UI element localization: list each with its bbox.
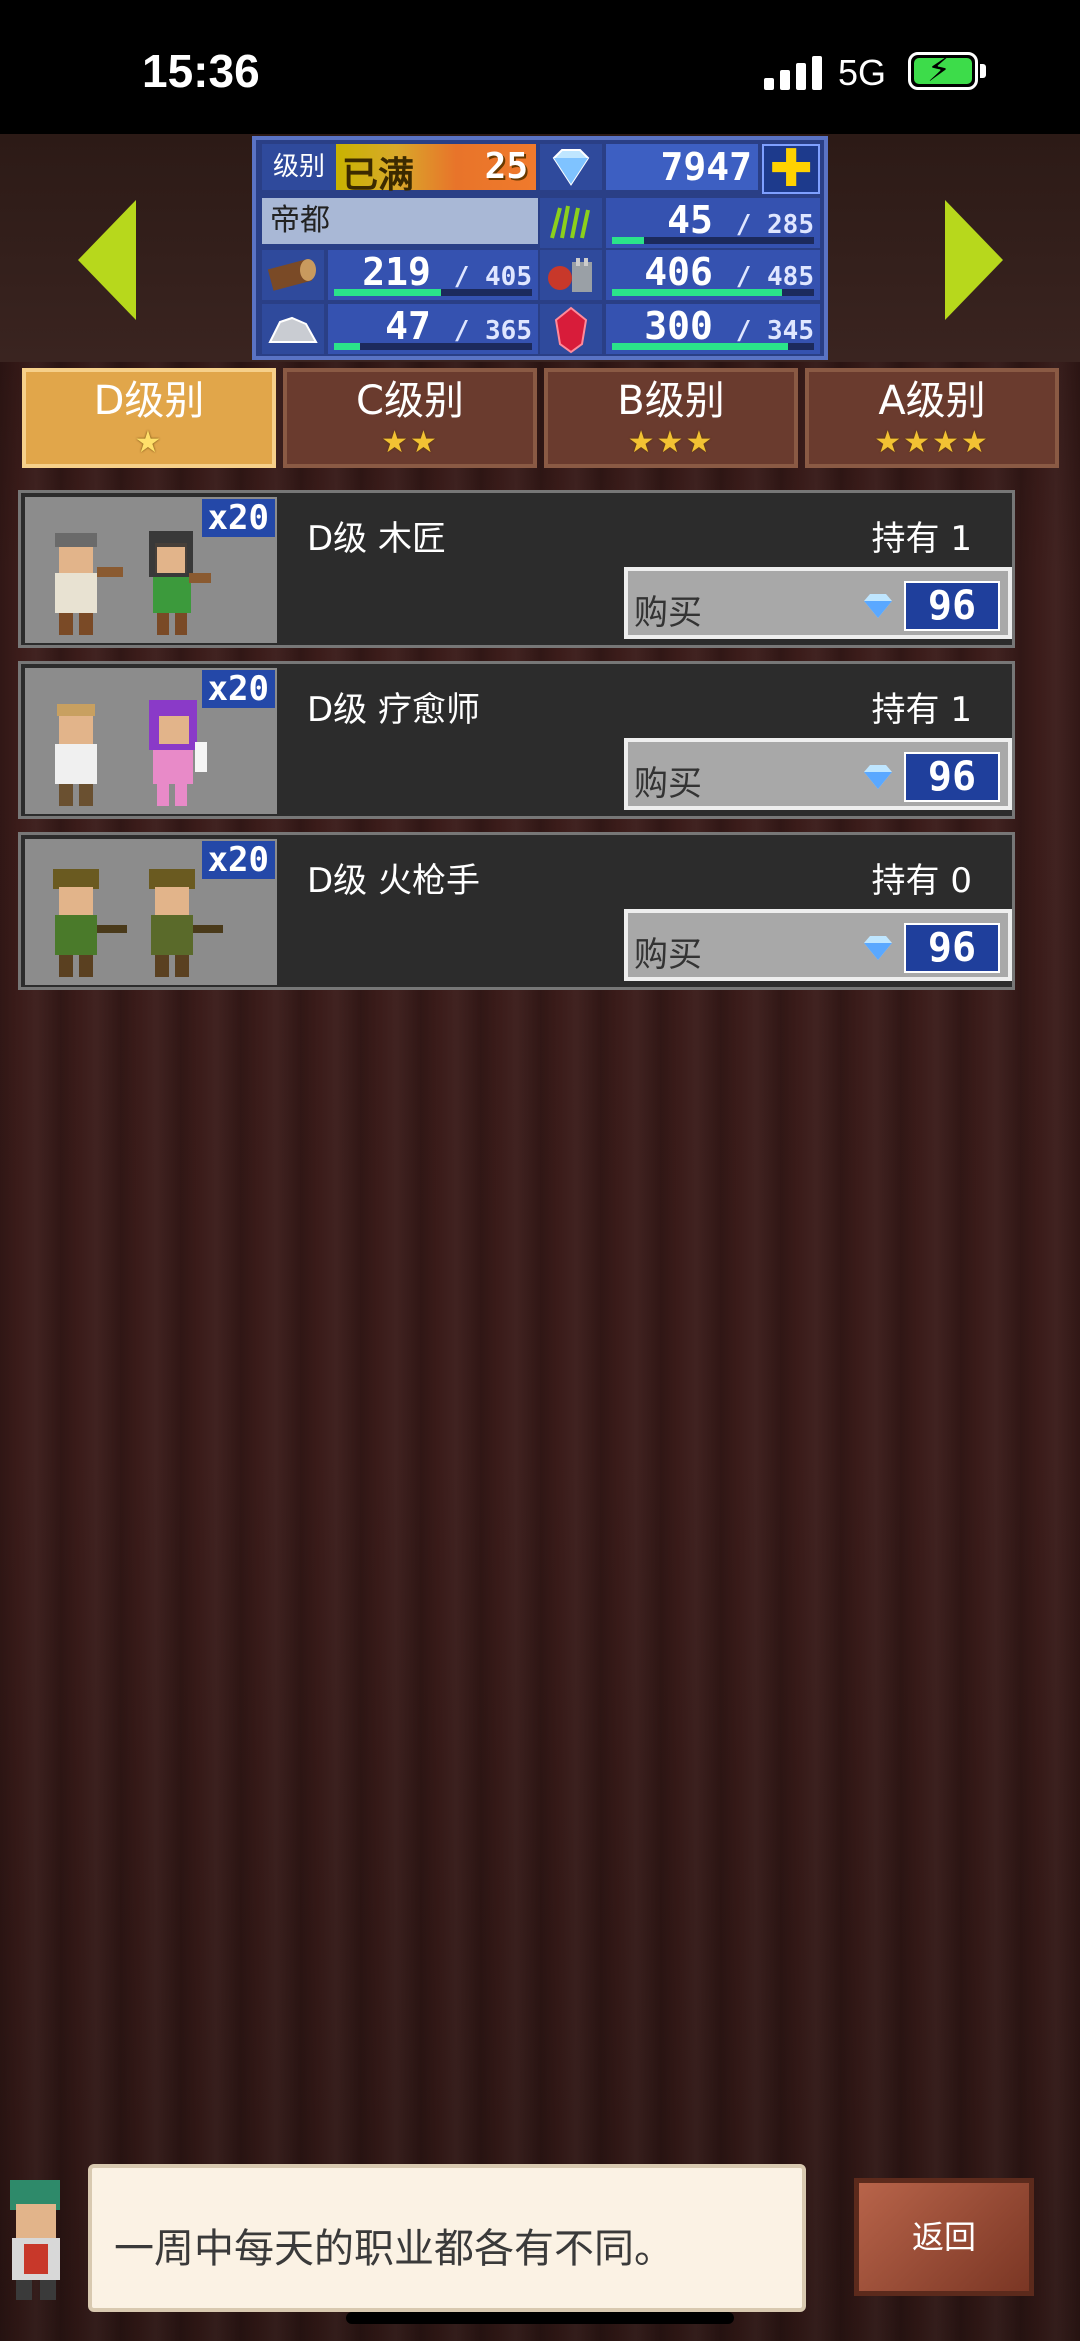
status-bar: 15:36 5G ⚡ xyxy=(0,0,1080,134)
battery-charging-icon: ⚡ xyxy=(908,51,978,90)
level-box: 已满 25 xyxy=(336,144,536,196)
ruby-bar-fill xyxy=(612,343,788,350)
food-meter: 406 / 485 xyxy=(606,250,820,300)
quantity-badge: x20 xyxy=(201,841,275,879)
wood-max: 405 xyxy=(485,262,532,292)
ruby-max: 345 xyxy=(767,316,814,346)
city-name: 帝都 xyxy=(262,198,538,244)
ore-icon xyxy=(262,304,324,354)
job-row-healer: x20 D级 疗愈师 持有 1 购买 96 xyxy=(18,661,1015,819)
ruby-icon xyxy=(540,304,602,354)
advisor-avatar xyxy=(0,2170,86,2302)
tab-label: D级别 xyxy=(93,378,205,424)
price-value: 96 xyxy=(904,581,1000,631)
wood-current: 219 xyxy=(362,250,431,294)
food-icon xyxy=(540,250,602,300)
ruby-current: 300 xyxy=(644,304,713,348)
diamond-icon xyxy=(864,594,892,618)
food-bar-fill xyxy=(612,289,782,296)
owned-count: 持有 1 xyxy=(871,690,972,730)
tab-c-rank[interactable]: C级别 ★★ xyxy=(283,368,537,468)
tab-b-rank[interactable]: B级别 ★★★ xyxy=(544,368,798,468)
job-row-musketeer: x20 D级 火枪手 持有 0 购买 96 xyxy=(18,832,1015,990)
grass-max: 285 xyxy=(767,210,814,240)
tab-label: B级别 xyxy=(617,378,725,424)
price-value: 96 xyxy=(904,752,1000,802)
carpenter-portrait: x20 xyxy=(25,497,277,643)
add-diamond-button[interactable]: ✚ xyxy=(762,139,820,199)
tab-label: A级别 xyxy=(878,378,986,424)
diamond-icon xyxy=(540,144,602,190)
quantity-badge: x20 xyxy=(201,670,275,708)
grass-current: 45 xyxy=(667,198,713,242)
food-current: 406 xyxy=(644,250,713,294)
diamond-icon xyxy=(864,936,892,960)
top-bar: 级别 已满 25 7947 ✚ 帝都 45 / 285 219 / 405 40… xyxy=(0,134,1080,362)
resource-panel: 级别 已满 25 7947 ✚ 帝都 45 / 285 219 / 405 40… xyxy=(252,136,828,360)
previous-arrow-icon[interactable] xyxy=(78,200,136,320)
diamond-icon xyxy=(864,765,892,789)
ore-meter: 47 / 365 xyxy=(328,304,538,354)
wood-meter: 219 / 405 xyxy=(328,250,538,300)
ore-bar-fill xyxy=(334,343,360,350)
level-label: 级别 xyxy=(262,144,336,190)
tab-d-rank[interactable]: D级别 ★ xyxy=(22,368,276,468)
food-max: 485 xyxy=(767,262,814,292)
plus-icon: ✚ xyxy=(769,139,813,199)
buy-label: 购买 xyxy=(634,593,702,633)
star-icon: ★★★★ xyxy=(874,425,990,460)
wood-icon xyxy=(262,250,324,300)
diamond-count: 7947 xyxy=(606,144,758,190)
next-arrow-icon[interactable] xyxy=(945,200,1003,320)
signal-icon xyxy=(764,56,822,90)
healer-portrait: x20 xyxy=(25,668,277,814)
tip-bubble: 一周中每天的职业都各有不同。 xyxy=(88,2164,806,2312)
tab-label: C级别 xyxy=(356,378,464,424)
owned-count: 持有 1 xyxy=(871,519,972,559)
level-status: 已满 xyxy=(342,155,415,196)
star-icon: ★★ xyxy=(381,425,439,460)
grass-icon xyxy=(540,198,602,248)
buy-label: 购买 xyxy=(634,935,702,975)
star-icon: ★ xyxy=(134,425,164,460)
ore-max: 365 xyxy=(485,316,532,346)
job-row-carpenter: x20 D级 木匠 持有 1 购买 96 xyxy=(18,490,1015,648)
star-icon: ★★★ xyxy=(627,425,715,460)
level-value: 25 xyxy=(484,146,528,187)
back-label: 返回 xyxy=(911,2218,976,2256)
buy-musketeer-button[interactable]: 购买 96 xyxy=(624,909,1012,981)
musketeer-portrait: x20 xyxy=(25,839,277,985)
status-time: 15:36 xyxy=(142,45,260,97)
grass-bar-fill xyxy=(612,237,645,244)
ruby-meter: 300 / 345 xyxy=(606,304,820,354)
owned-count: 持有 0 xyxy=(871,861,972,901)
buy-healer-button[interactable]: 购买 96 xyxy=(624,738,1012,810)
buy-label: 购买 xyxy=(634,764,702,804)
job-name: D级 火枪手 xyxy=(307,861,480,901)
tip-text: 一周中每天的职业都各有不同。 xyxy=(114,2226,674,2272)
game-area: 级别 已满 25 7947 ✚ 帝都 45 / 285 219 / 405 40… xyxy=(0,134,1080,2341)
back-button[interactable]: 返回 xyxy=(854,2178,1034,2296)
quantity-badge: x20 xyxy=(201,499,275,537)
network-label: 5G xyxy=(838,52,887,93)
grass-meter: 45 / 285 xyxy=(606,198,820,248)
ore-current: 47 xyxy=(385,304,431,348)
price-value: 96 xyxy=(904,923,1000,973)
buy-carpenter-button[interactable]: 购买 96 xyxy=(624,567,1012,639)
job-name: D级 木匠 xyxy=(307,519,446,559)
tab-a-rank[interactable]: A级别 ★★★★ xyxy=(805,368,1059,468)
job-name: D级 疗愈师 xyxy=(307,690,480,730)
wood-bar-fill xyxy=(334,289,441,296)
home-indicator[interactable] xyxy=(346,2312,734,2324)
